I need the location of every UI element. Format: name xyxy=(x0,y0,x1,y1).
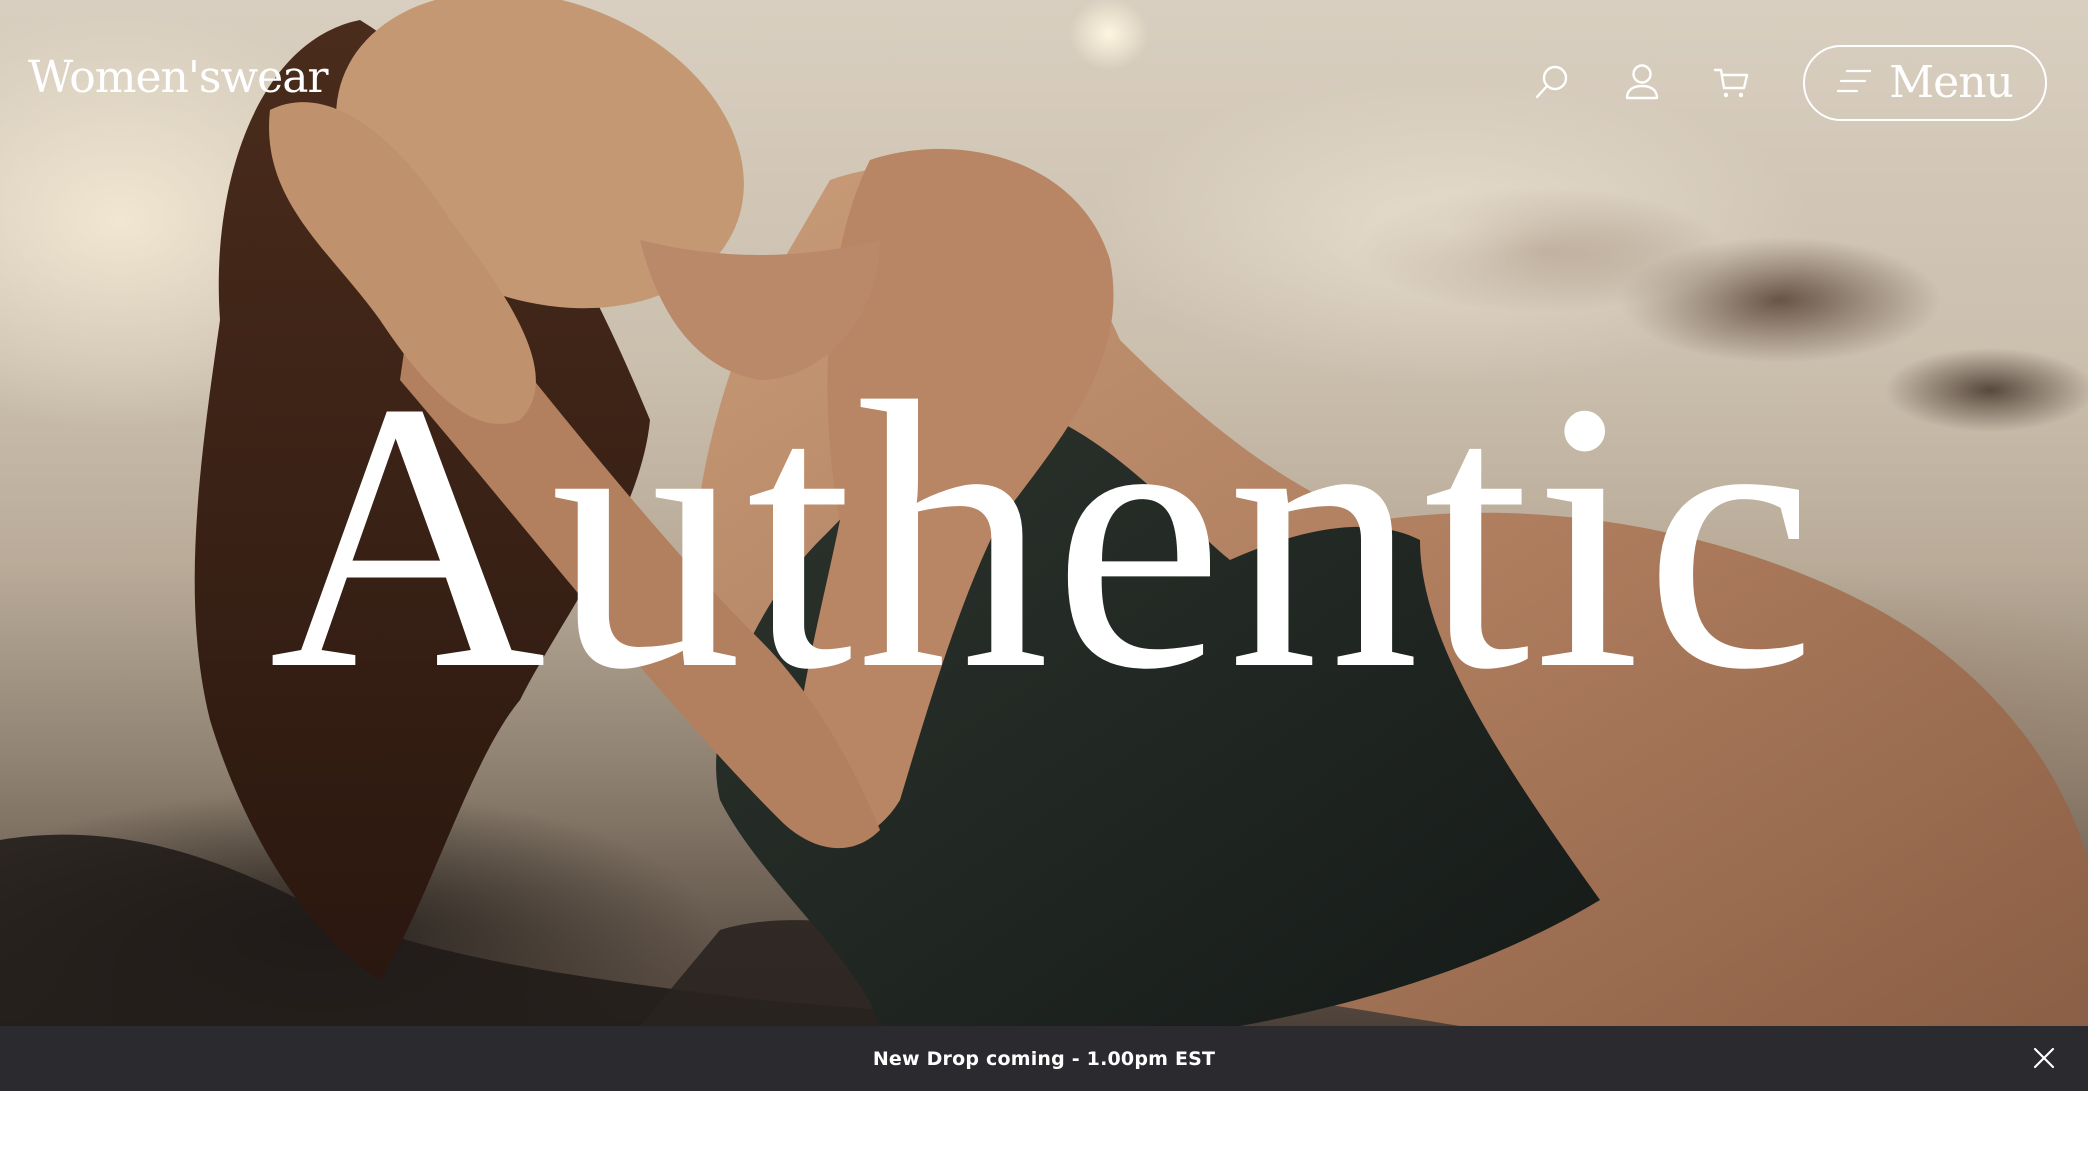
page: Women'swear Menu Authentic New Drop comi… xyxy=(0,0,2088,1160)
menu-label: Menu xyxy=(1889,57,2014,108)
announcement-bar: New Drop coming - 1.00pm EST xyxy=(0,1026,2088,1091)
announcement-text: New Drop coming - 1.00pm EST xyxy=(872,1047,1216,1070)
close-icon[interactable] xyxy=(2030,1044,2058,1072)
account-icon[interactable] xyxy=(1620,60,1664,104)
hero-headline: Authentic xyxy=(268,324,1820,749)
menu-lines-icon xyxy=(1836,68,1873,99)
search-icon[interactable] xyxy=(1530,60,1574,104)
cart-icon[interactable] xyxy=(1710,60,1754,104)
brand-logo[interactable]: Women'swear xyxy=(28,56,328,100)
header-icon-group xyxy=(1530,60,1754,104)
page-content-below xyxy=(0,1091,2088,1160)
menu-button[interactable]: Menu xyxy=(1803,45,2047,121)
